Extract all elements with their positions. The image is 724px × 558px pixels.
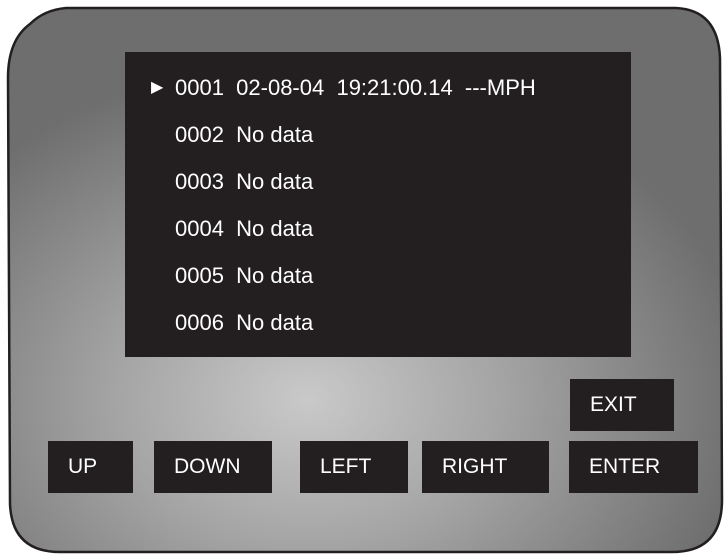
left-button[interactable]: LEFT — [300, 441, 408, 493]
record-row-1[interactable]: ▶ 0001 02-08-04 19:21:00.14 ---MPH — [125, 68, 536, 108]
exit-button[interactable]: EXIT — [570, 379, 674, 431]
record-row-3[interactable]: 0003 No data — [125, 162, 313, 202]
record-row-6[interactable]: 0006 No data — [125, 303, 313, 343]
record-text: 0006 No data — [175, 310, 314, 335]
record-text: 0003 No data — [175, 169, 314, 194]
record-text: 0002 No data — [175, 122, 314, 147]
record-row-2[interactable]: 0002 No data — [125, 115, 313, 155]
down-button[interactable]: DOWN — [154, 441, 272, 493]
record-text: 0001 02-08-04 19:21:00.14 ---MPH — [175, 75, 536, 100]
device-panel: ▶ 0001 02-08-04 19:21:00.14 ---MPH 0002 … — [0, 0, 724, 558]
record-text: 0005 No data — [175, 263, 314, 288]
record-row-5[interactable]: 0005 No data — [125, 256, 313, 296]
up-button[interactable]: UP — [48, 441, 133, 493]
record-text: 0004 No data — [175, 216, 314, 241]
display-screen: ▶ 0001 02-08-04 19:21:00.14 ---MPH 0002 … — [125, 52, 631, 357]
enter-button[interactable]: ENTER — [569, 441, 698, 493]
right-button[interactable]: RIGHT — [422, 441, 549, 493]
selection-cursor-icon: ▶ — [151, 79, 164, 96]
record-row-4[interactable]: 0004 No data — [125, 209, 313, 249]
